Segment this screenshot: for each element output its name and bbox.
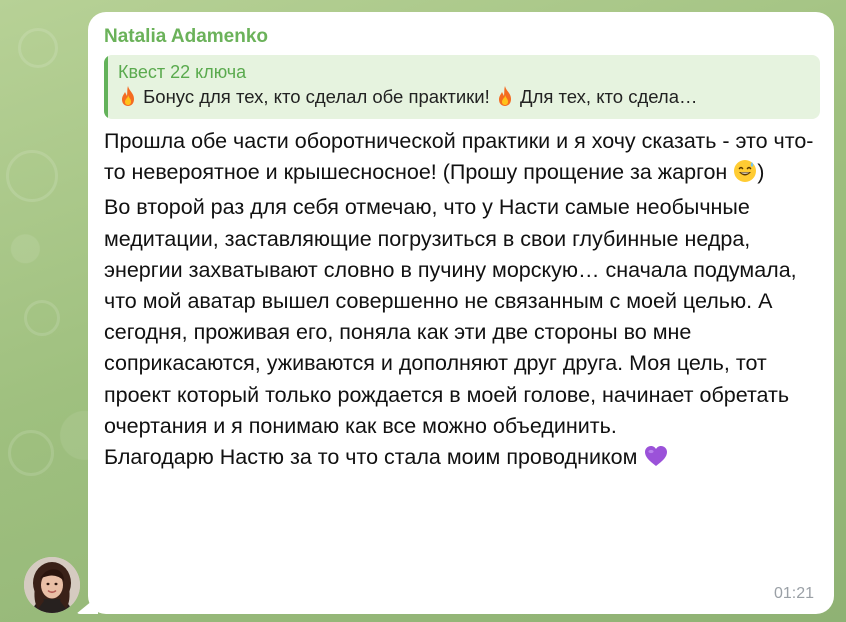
- wallpaper-doodle: [6, 150, 58, 202]
- message-paragraph: Благодарю Настю за то что стала моим про…: [104, 442, 824, 477]
- reply-preview-text: Бонус для тех, кто сделал обе практики!: [143, 86, 490, 107]
- avatar-icon: [24, 557, 80, 613]
- message-timestamp: 01:21: [773, 585, 814, 602]
- message-text[interactable]: Прошла обе части оборотнической практики…: [104, 126, 824, 477]
- reply-quote[interactable]: Квест 22 ключа Бонус для тех, кто сделал…: [104, 55, 820, 119]
- message-paragraph: Прошла обе части оборотнической практики…: [104, 126, 824, 192]
- message-line-1-end: ): [757, 160, 765, 185]
- message-paragraph: Во второй раз для себя отмечаю, что у На…: [104, 195, 797, 438]
- message-line-3: Благодарю Настю за то что стала моим про…: [104, 445, 638, 470]
- fire-icon: [118, 85, 138, 113]
- reply-preview-tail: Для тех, кто сдела…: [520, 86, 698, 107]
- wallpaper-doodle: [18, 28, 58, 68]
- reply-preview: Бонус для тех, кто сделал обе практики! …: [118, 84, 808, 113]
- purple-heart-icon: [643, 444, 669, 477]
- wallpaper-doodle: [8, 430, 54, 476]
- sender-name[interactable]: Natalia Adamenko: [104, 25, 820, 49]
- sweat-smile-icon: [733, 159, 757, 192]
- reply-title: Квест 22 ключа: [118, 62, 247, 82]
- message-bubble[interactable]: Natalia Adamenko Квест 22 ключа Бонус дл…: [88, 12, 834, 614]
- wallpaper-doodle: [24, 300, 60, 336]
- fire-icon: [495, 85, 515, 113]
- sender-avatar[interactable]: [24, 557, 80, 613]
- message-line-1: Прошла обе части оборотнической практики…: [104, 129, 814, 185]
